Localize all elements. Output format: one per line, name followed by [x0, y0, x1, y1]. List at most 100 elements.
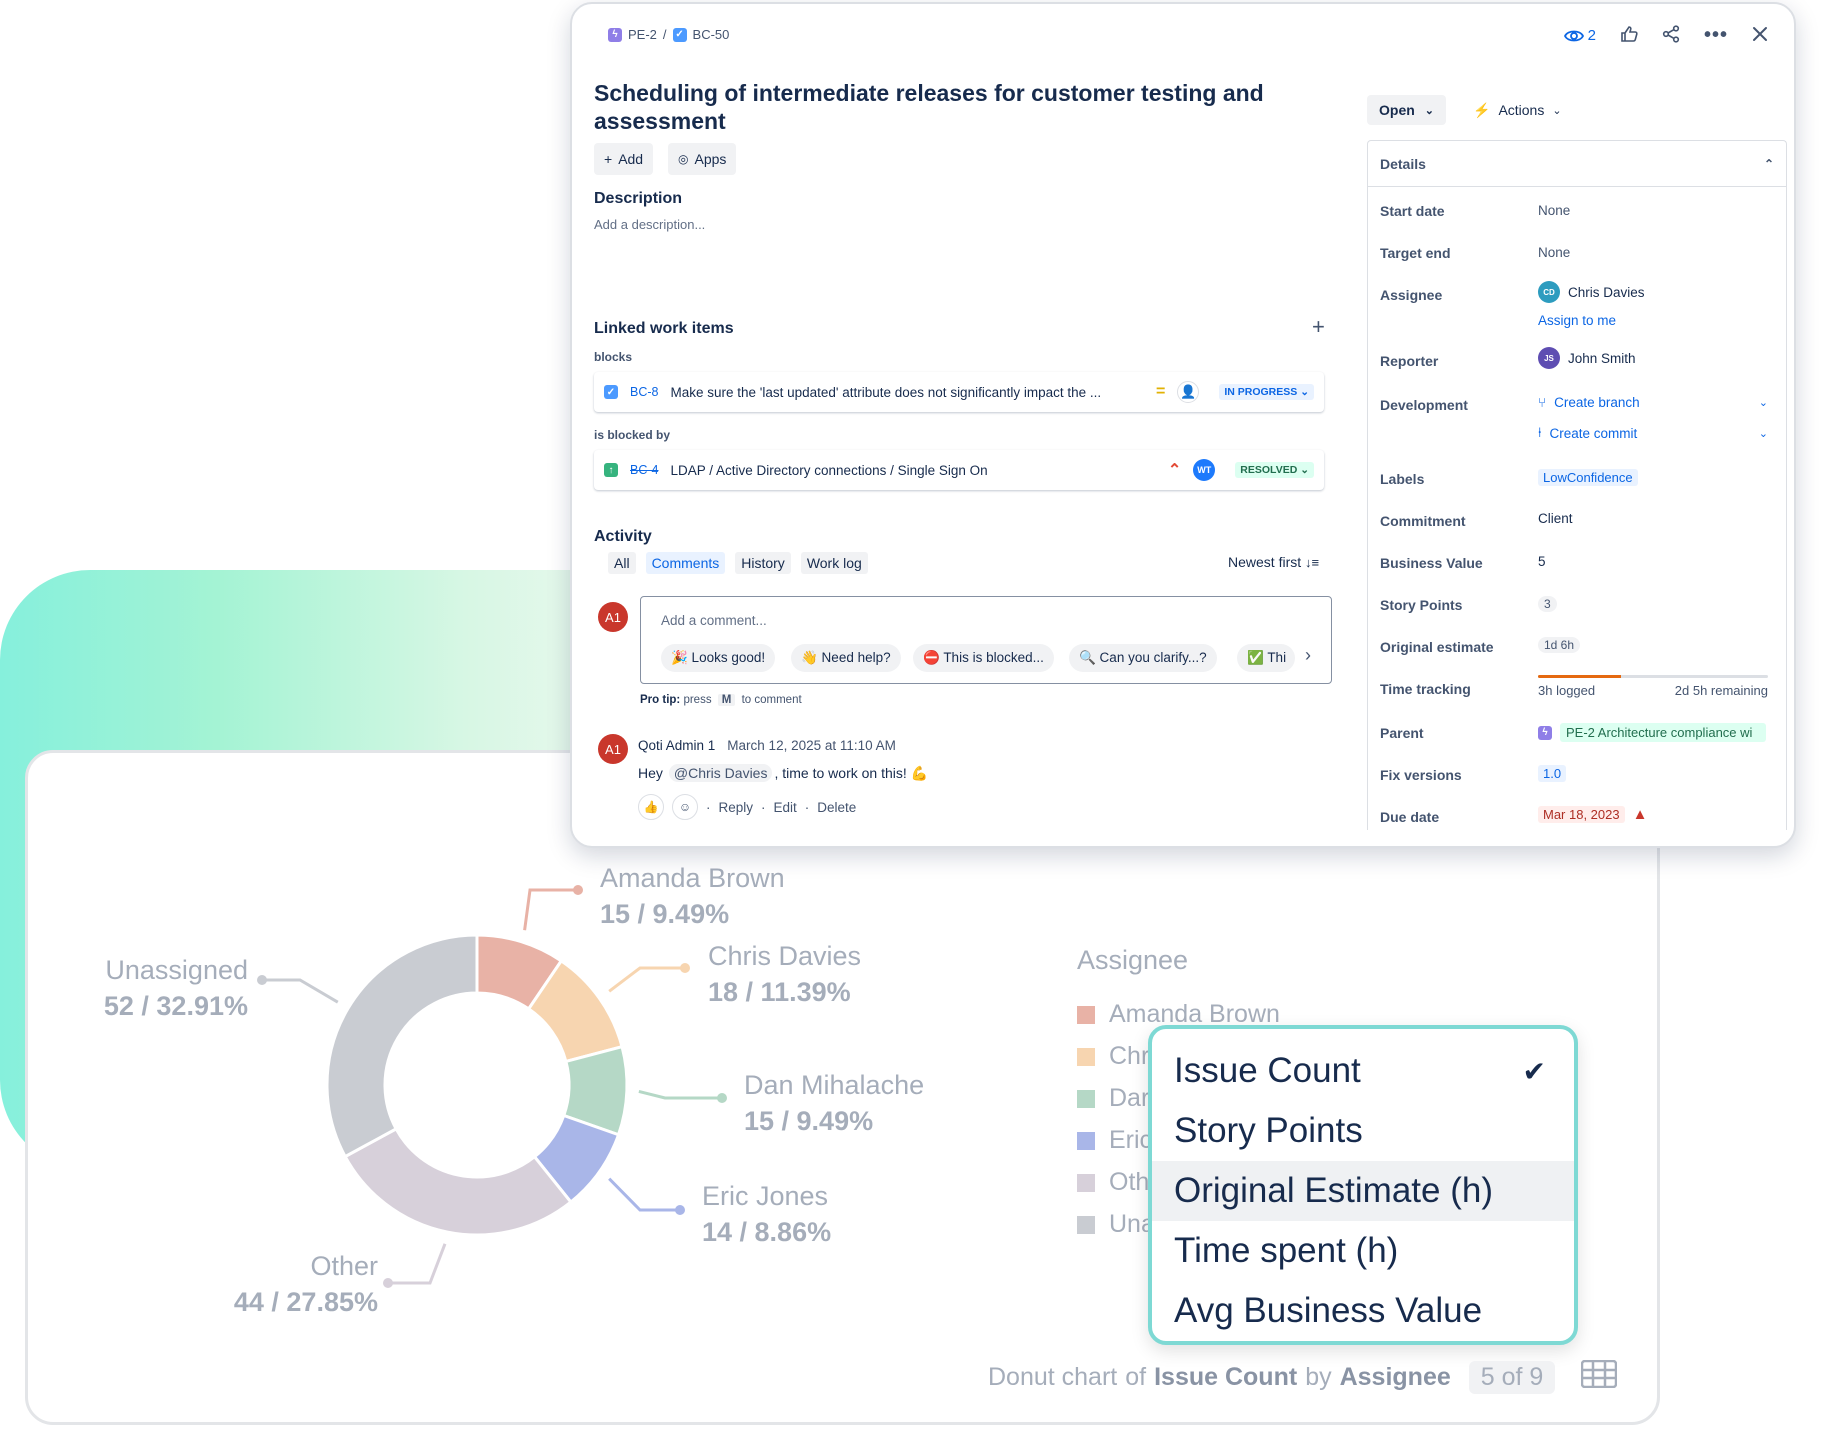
legend-item[interactable]: Dar: [1077, 1084, 1149, 1113]
dropdown-option[interactable]: Story Points: [1152, 1101, 1574, 1161]
legend-item[interactable]: Oth: [1077, 1168, 1149, 1197]
parent-label: Parent: [1380, 725, 1424, 741]
breadcrumb-parent-key[interactable]: PE-2: [628, 27, 657, 42]
delete-link[interactable]: Delete: [817, 800, 856, 815]
comment-input[interactable]: Add a comment... 🎉 Looks good! 👋 Need he…: [640, 596, 1332, 684]
tab-all[interactable]: All: [608, 552, 636, 574]
quick-reply-looks-good[interactable]: 🎉 Looks good!: [661, 644, 776, 672]
add-link-icon[interactable]: +: [1312, 314, 1325, 340]
fix-version-tag[interactable]: 1.0: [1538, 765, 1567, 782]
story-icon: ↑: [604, 463, 618, 477]
avatar: WT: [1193, 459, 1216, 481]
time-tracking-bar[interactable]: [1538, 675, 1768, 678]
dropdown-option[interactable]: Time spent (h): [1152, 1221, 1574, 1281]
business-value-label: Business Value: [1380, 555, 1483, 571]
assign-to-me-link[interactable]: Assign to me: [1538, 313, 1616, 328]
comment-text-start: Hey: [638, 765, 663, 781]
slice-name: Eric Jones: [702, 1181, 829, 1211]
business-value-value[interactable]: 5: [1538, 554, 1546, 569]
measure-dropdown[interactable]: Issue Count ✔ Story Points Original Estimat…: [1148, 1025, 1578, 1345]
apps-button[interactable]: ◎ Apps: [668, 143, 737, 175]
status-button-label: Open: [1379, 102, 1415, 118]
time-tracking-values[interactable]: 3h logged 2d 5h remaining: [1538, 683, 1768, 698]
label-tag[interactable]: LowConfidence: [1538, 469, 1638, 486]
user-mention[interactable]: @Chris Davies: [668, 764, 773, 782]
group-by-selector[interactable]: Assignee: [1340, 1363, 1451, 1392]
chart-footer: Donut chart of Issue Count by Assignee 5…: [988, 1359, 1618, 1395]
comment-author-avatar: A1: [598, 734, 628, 764]
status-dropdown-button[interactable]: Open ⌄: [1367, 95, 1446, 125]
chart-type-text[interactable]: Donut chart: [988, 1363, 1117, 1392]
tab-history[interactable]: History: [735, 552, 791, 574]
breadcrumb-issue-key[interactable]: BC-50: [693, 27, 730, 42]
quick-reply-need-help[interactable]: 👋 Need help?: [791, 644, 901, 672]
add-reaction-icon[interactable]: ☺: [672, 794, 698, 820]
reporter-value[interactable]: JS John Smith: [1538, 347, 1636, 369]
quick-reply-truncated[interactable]: ✅ Thi: [1237, 644, 1295, 672]
quick-reply-clarify[interactable]: 🔍 Can you clarify...?: [1069, 644, 1217, 672]
linked-item-row[interactable]: ✓ BC-8 Make sure the 'last updated' attr…: [594, 372, 1324, 412]
parent-tag[interactable]: PE-2 Architecture compliance wi: [1560, 723, 1766, 742]
create-branch-link[interactable]: ⑂ Create branch ⌄: [1538, 395, 1768, 410]
table-grid-icon[interactable]: [1581, 1359, 1618, 1395]
slice-label: Other 44 / 27.85%: [228, 1248, 378, 1320]
linked-item-key[interactable]: BC-8: [630, 385, 658, 399]
linked-item-summary[interactable]: Make sure the 'last updated' attribute d…: [670, 385, 1144, 400]
start-date-value[interactable]: None: [1538, 203, 1570, 218]
fix-versions-value[interactable]: 1.0: [1538, 765, 1567, 782]
legend-item[interactable]: Eric: [1077, 1126, 1152, 1155]
reply-link[interactable]: Reply: [719, 800, 754, 815]
legend-swatch: [1077, 1215, 1095, 1234]
commitment-value[interactable]: Client: [1538, 511, 1573, 526]
details-header[interactable]: Details ⌃: [1368, 141, 1786, 187]
original-estimate-value[interactable]: 1d 6h: [1538, 637, 1581, 653]
legend-item[interactable]: Una: [1077, 1210, 1155, 1239]
legend-item[interactable]: Chr: [1077, 1042, 1149, 1071]
assignee-value[interactable]: CD Chris Davies: [1538, 281, 1645, 303]
linked-item-summary[interactable]: LDAP / Active Directory connections / Si…: [670, 463, 1155, 478]
dropdown-option[interactable]: Original Estimate (h): [1152, 1161, 1574, 1221]
legend-label: Oth: [1109, 1168, 1150, 1196]
chevron-down-icon[interactable]: ⌄: [1759, 427, 1768, 440]
target-end-value[interactable]: None: [1538, 245, 1570, 260]
breadcrumb-separator: /: [662, 27, 667, 42]
measure-selector[interactable]: Issue Count: [1154, 1363, 1297, 1392]
apps-button-label: Apps: [694, 151, 727, 167]
leader-dot: [257, 975, 267, 985]
pro-tip: Pro tip: press M to comment: [640, 694, 802, 706]
thumbs-up-icon[interactable]: 👍: [638, 794, 664, 820]
chevron-up-icon[interactable]: ⌃: [1764, 157, 1774, 171]
chevron-down-icon[interactable]: ⌄: [1759, 396, 1768, 409]
comment-body: Hey @Chris Davies , time to work on this…: [638, 764, 928, 782]
pager-badge[interactable]: 5 of 9: [1468, 1361, 1556, 1394]
slice-name: Dan Mihalache: [744, 1070, 925, 1100]
slice-label: Eric Jones 14 / 8.86%: [702, 1178, 831, 1250]
comment-author[interactable]: Qoti Admin 1: [638, 738, 715, 753]
actions-button[interactable]: ⚡ Actions ⌄: [1465, 95, 1570, 125]
blocks-label: blocks: [594, 350, 633, 364]
dropdown-option[interactable]: Issue Count ✔: [1152, 1041, 1574, 1101]
linked-item-key[interactable]: BC-4: [630, 463, 658, 477]
labels-value[interactable]: LowConfidence: [1538, 469, 1638, 486]
quick-reply-blocked[interactable]: ⛔ This is blocked...: [913, 644, 1054, 672]
tab-comments[interactable]: Comments: [645, 552, 726, 574]
donut-slice-other[interactable]: [343, 1126, 573, 1237]
create-commit-link[interactable]: ⍿ Create commit ⌄: [1538, 425, 1768, 441]
add-button[interactable]: + Add: [594, 143, 654, 175]
due-date-value[interactable]: Mar 18, 2023 ▲: [1538, 806, 1647, 823]
chevron-right-icon[interactable]: ›: [1305, 645, 1311, 666]
parent-value[interactable]: ϟ PE-2 Architecture compliance wi: [1538, 723, 1766, 742]
issue-title[interactable]: Scheduling of intermediate releases for …: [594, 79, 1274, 135]
edit-link[interactable]: Edit: [774, 800, 797, 815]
story-points-value[interactable]: 3: [1538, 596, 1557, 612]
status-badge[interactable]: RESOLVED ⌄: [1235, 462, 1314, 478]
slice-label: Amanda Brown 15 / 9.49%: [600, 860, 785, 932]
status-badge[interactable]: IN PROGRESS ⌄: [1219, 384, 1314, 400]
tab-work-log[interactable]: Work log: [800, 552, 868, 574]
dropdown-option[interactable]: Avg Business Value: [1152, 1281, 1574, 1341]
linked-item-row[interactable]: ↑ BC-4 LDAP / Active Directory connectio…: [594, 450, 1324, 490]
description-field[interactable]: Add a description...: [594, 217, 705, 232]
sort-button[interactable]: Newest first ↓≡: [1228, 554, 1319, 570]
slice-value: 14 / 8.86%: [702, 1217, 832, 1247]
donut-slice-unassigned[interactable]: [325, 933, 479, 1159]
